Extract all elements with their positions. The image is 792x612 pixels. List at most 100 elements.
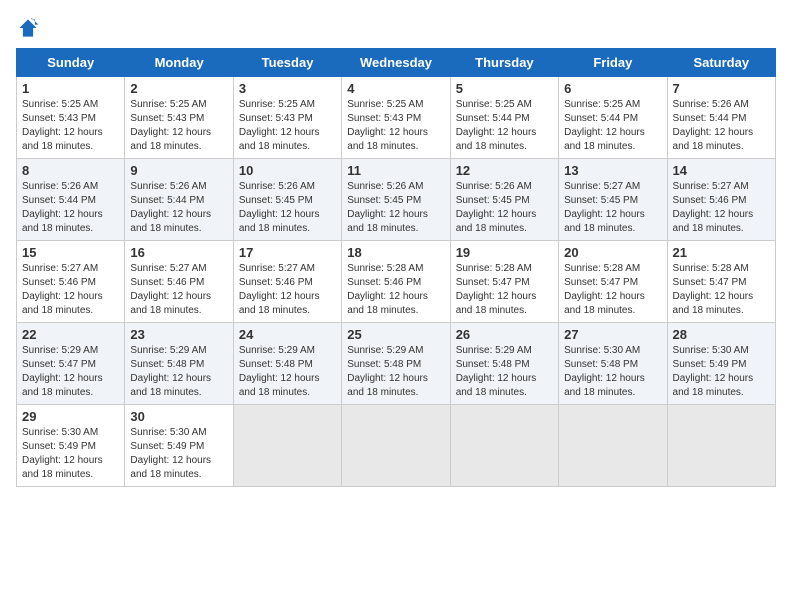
calendar-cell: 29 Sunrise: 5:30 AM Sunset: 5:49 PM Dayl… xyxy=(17,405,125,487)
day-number: 1 xyxy=(22,81,119,96)
calendar-cell: 6 Sunrise: 5:25 AM Sunset: 5:44 PM Dayli… xyxy=(559,77,667,159)
calendar-cell: 4 Sunrise: 5:25 AM Sunset: 5:43 PM Dayli… xyxy=(342,77,450,159)
calendar-cell: 3 Sunrise: 5:25 AM Sunset: 5:43 PM Dayli… xyxy=(233,77,341,159)
calendar-cell: 9 Sunrise: 5:26 AM Sunset: 5:44 PM Dayli… xyxy=(125,159,233,241)
day-info: Sunrise: 5:27 AM Sunset: 5:46 PM Dayligh… xyxy=(22,262,119,318)
day-number: 12 xyxy=(456,163,553,178)
day-number: 28 xyxy=(673,327,770,342)
calendar-cell: 24 Sunrise: 5:29 AM Sunset: 5:48 PM Dayl… xyxy=(233,323,341,405)
calendar-week-row: 29 Sunrise: 5:30 AM Sunset: 5:49 PM Dayl… xyxy=(17,405,776,487)
calendar-cell: 22 Sunrise: 5:29 AM Sunset: 5:47 PM Dayl… xyxy=(17,323,125,405)
day-info: Sunrise: 5:30 AM Sunset: 5:49 PM Dayligh… xyxy=(673,344,770,400)
day-info: Sunrise: 5:26 AM Sunset: 5:44 PM Dayligh… xyxy=(130,180,227,236)
day-info: Sunrise: 5:25 AM Sunset: 5:43 PM Dayligh… xyxy=(347,98,444,154)
day-header-friday: Friday xyxy=(559,49,667,77)
day-info: Sunrise: 5:29 AM Sunset: 5:48 PM Dayligh… xyxy=(239,344,336,400)
day-info: Sunrise: 5:26 AM Sunset: 5:45 PM Dayligh… xyxy=(456,180,553,236)
day-number: 19 xyxy=(456,245,553,260)
day-number: 18 xyxy=(347,245,444,260)
calendar-cell: 26 Sunrise: 5:29 AM Sunset: 5:48 PM Dayl… xyxy=(450,323,558,405)
calendar-cell: 16 Sunrise: 5:27 AM Sunset: 5:46 PM Dayl… xyxy=(125,241,233,323)
calendar-cell: 14 Sunrise: 5:27 AM Sunset: 5:46 PM Dayl… xyxy=(667,159,775,241)
day-number: 13 xyxy=(564,163,661,178)
calendar-cell: 2 Sunrise: 5:25 AM Sunset: 5:43 PM Dayli… xyxy=(125,77,233,159)
calendar-cell: 19 Sunrise: 5:28 AM Sunset: 5:47 PM Dayl… xyxy=(450,241,558,323)
calendar-cell: 23 Sunrise: 5:29 AM Sunset: 5:48 PM Dayl… xyxy=(125,323,233,405)
logo-icon xyxy=(16,16,40,40)
day-number: 6 xyxy=(564,81,661,96)
day-info: Sunrise: 5:25 AM Sunset: 5:44 PM Dayligh… xyxy=(456,98,553,154)
calendar-cell: 25 Sunrise: 5:29 AM Sunset: 5:48 PM Dayl… xyxy=(342,323,450,405)
day-info: Sunrise: 5:26 AM Sunset: 5:45 PM Dayligh… xyxy=(239,180,336,236)
day-info: Sunrise: 5:27 AM Sunset: 5:45 PM Dayligh… xyxy=(564,180,661,236)
day-header-wednesday: Wednesday xyxy=(342,49,450,77)
day-number: 24 xyxy=(239,327,336,342)
calendar-cell xyxy=(233,405,341,487)
calendar-header-row: SundayMondayTuesdayWednesdayThursdayFrid… xyxy=(17,49,776,77)
calendar-cell: 5 Sunrise: 5:25 AM Sunset: 5:44 PM Dayli… xyxy=(450,77,558,159)
calendar-week-row: 22 Sunrise: 5:29 AM Sunset: 5:47 PM Dayl… xyxy=(17,323,776,405)
calendar-cell: 13 Sunrise: 5:27 AM Sunset: 5:45 PM Dayl… xyxy=(559,159,667,241)
day-number: 25 xyxy=(347,327,444,342)
day-number: 27 xyxy=(564,327,661,342)
day-number: 5 xyxy=(456,81,553,96)
day-number: 9 xyxy=(130,163,227,178)
day-info: Sunrise: 5:25 AM Sunset: 5:43 PM Dayligh… xyxy=(239,98,336,154)
calendar-week-row: 8 Sunrise: 5:26 AM Sunset: 5:44 PM Dayli… xyxy=(17,159,776,241)
day-header-thursday: Thursday xyxy=(450,49,558,77)
calendar-cell: 20 Sunrise: 5:28 AM Sunset: 5:47 PM Dayl… xyxy=(559,241,667,323)
day-info: Sunrise: 5:27 AM Sunset: 5:46 PM Dayligh… xyxy=(130,262,227,318)
calendar-cell: 10 Sunrise: 5:26 AM Sunset: 5:45 PM Dayl… xyxy=(233,159,341,241)
day-number: 29 xyxy=(22,409,119,424)
day-header-tuesday: Tuesday xyxy=(233,49,341,77)
day-info: Sunrise: 5:26 AM Sunset: 5:44 PM Dayligh… xyxy=(673,98,770,154)
day-header-sunday: Sunday xyxy=(17,49,125,77)
day-header-monday: Monday xyxy=(125,49,233,77)
day-number: 16 xyxy=(130,245,227,260)
calendar-cell: 18 Sunrise: 5:28 AM Sunset: 5:46 PM Dayl… xyxy=(342,241,450,323)
day-number: 22 xyxy=(22,327,119,342)
calendar-cell: 7 Sunrise: 5:26 AM Sunset: 5:44 PM Dayli… xyxy=(667,77,775,159)
day-info: Sunrise: 5:28 AM Sunset: 5:47 PM Dayligh… xyxy=(564,262,661,318)
calendar-cell: 11 Sunrise: 5:26 AM Sunset: 5:45 PM Dayl… xyxy=(342,159,450,241)
calendar-cell: 15 Sunrise: 5:27 AM Sunset: 5:46 PM Dayl… xyxy=(17,241,125,323)
day-number: 21 xyxy=(673,245,770,260)
calendar: SundayMondayTuesdayWednesdayThursdayFrid… xyxy=(16,48,776,487)
calendar-cell: 27 Sunrise: 5:30 AM Sunset: 5:48 PM Dayl… xyxy=(559,323,667,405)
day-info: Sunrise: 5:30 AM Sunset: 5:49 PM Dayligh… xyxy=(130,426,227,482)
calendar-cell: 28 Sunrise: 5:30 AM Sunset: 5:49 PM Dayl… xyxy=(667,323,775,405)
day-number: 26 xyxy=(456,327,553,342)
day-number: 7 xyxy=(673,81,770,96)
day-number: 20 xyxy=(564,245,661,260)
day-header-saturday: Saturday xyxy=(667,49,775,77)
day-number: 10 xyxy=(239,163,336,178)
day-info: Sunrise: 5:28 AM Sunset: 5:47 PM Dayligh… xyxy=(456,262,553,318)
calendar-cell xyxy=(559,405,667,487)
day-info: Sunrise: 5:30 AM Sunset: 5:49 PM Dayligh… xyxy=(22,426,119,482)
calendar-cell: 30 Sunrise: 5:30 AM Sunset: 5:49 PM Dayl… xyxy=(125,405,233,487)
day-number: 30 xyxy=(130,409,227,424)
day-number: 3 xyxy=(239,81,336,96)
day-info: Sunrise: 5:29 AM Sunset: 5:48 PM Dayligh… xyxy=(347,344,444,400)
day-info: Sunrise: 5:27 AM Sunset: 5:46 PM Dayligh… xyxy=(673,180,770,236)
day-info: Sunrise: 5:25 AM Sunset: 5:43 PM Dayligh… xyxy=(130,98,227,154)
day-info: Sunrise: 5:26 AM Sunset: 5:45 PM Dayligh… xyxy=(347,180,444,236)
calendar-cell xyxy=(667,405,775,487)
calendar-week-row: 15 Sunrise: 5:27 AM Sunset: 5:46 PM Dayl… xyxy=(17,241,776,323)
day-number: 8 xyxy=(22,163,119,178)
day-info: Sunrise: 5:25 AM Sunset: 5:43 PM Dayligh… xyxy=(22,98,119,154)
calendar-week-row: 1 Sunrise: 5:25 AM Sunset: 5:43 PM Dayli… xyxy=(17,77,776,159)
day-info: Sunrise: 5:26 AM Sunset: 5:44 PM Dayligh… xyxy=(22,180,119,236)
day-info: Sunrise: 5:28 AM Sunset: 5:47 PM Dayligh… xyxy=(673,262,770,318)
day-number: 11 xyxy=(347,163,444,178)
day-number: 17 xyxy=(239,245,336,260)
header xyxy=(16,16,776,40)
day-info: Sunrise: 5:29 AM Sunset: 5:48 PM Dayligh… xyxy=(130,344,227,400)
day-info: Sunrise: 5:25 AM Sunset: 5:44 PM Dayligh… xyxy=(564,98,661,154)
calendar-cell xyxy=(450,405,558,487)
day-number: 23 xyxy=(130,327,227,342)
calendar-cell: 1 Sunrise: 5:25 AM Sunset: 5:43 PM Dayli… xyxy=(17,77,125,159)
calendar-cell: 12 Sunrise: 5:26 AM Sunset: 5:45 PM Dayl… xyxy=(450,159,558,241)
calendar-cell: 8 Sunrise: 5:26 AM Sunset: 5:44 PM Dayli… xyxy=(17,159,125,241)
calendar-cell xyxy=(342,405,450,487)
